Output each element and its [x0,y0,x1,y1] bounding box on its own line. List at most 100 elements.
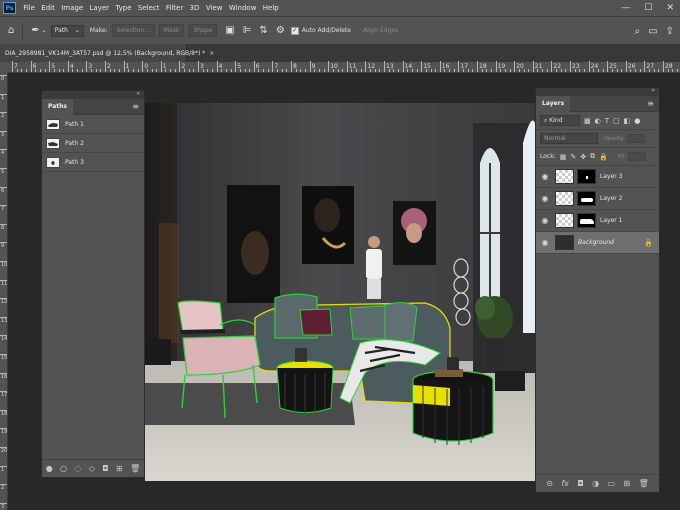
lock-image-icon[interactable]: ✎ [570,153,576,161]
adjustment-layer-icon[interactable]: ◑ [592,479,599,488]
ruler-tick [128,69,130,72]
eye-icon[interactable]: ◉ [540,238,550,247]
lock-transparent-icon[interactable]: ▦ [560,153,567,161]
ruler-tick [244,69,246,72]
tab-paths[interactable]: Paths [42,98,73,115]
collapse-icon[interactable]: » [651,87,655,94]
ruler-label: 10 [1,262,8,268]
eye-icon[interactable]: ◉ [540,194,550,203]
document-tab[interactable]: DIA_2958981_VK14M_3AT57.psd @ 12,5% (Bac… [0,44,214,62]
layer-style-icon[interactable]: fx [561,479,569,488]
ruler-tick [49,61,51,72]
add-mask-icon[interactable]: ◘ [577,479,583,488]
search-icon: ⌕ [544,116,548,124]
horizontal-ruler[interactable]: 7 6 5 4 3 2 1 0 1 2 3 4 5 6 7 8 9 10 11 12 13 14 15 16 17 18 19 20 2… [8,61,680,73]
filter-toggle-icon[interactable]: ● [634,117,640,125]
menu-layer[interactable]: Layer [86,0,112,16]
new-path-icon[interactable]: ⊞ [116,464,123,473]
ruler-label: 13 [1,317,8,324]
minimize-button[interactable]: — [621,0,630,16]
menu-filter[interactable]: Filter [163,0,187,16]
layer-row-2[interactable]: ◉ Layer 2 [536,188,659,210]
close-tab-icon[interactable]: × [209,50,214,57]
ruler-tick [323,69,325,72]
trash-icon[interactable]: 🗑 [639,479,649,488]
ruler-tick [221,69,223,72]
workspace-icon[interactable]: ▭ [648,26,657,37]
lock-all-icon[interactable]: 🔒 [599,153,608,161]
lock-position-icon[interactable]: ✥ [580,153,586,161]
path-arrangement-icon[interactable]: ⇅ [259,25,267,36]
home-icon[interactable]: ⌂ [8,25,14,36]
filter-kind-select[interactable]: ⌕ Kind [540,115,580,126]
load-selection-icon[interactable]: ◌ [74,464,81,473]
menu-view[interactable]: View [203,0,226,16]
ruler-tick [481,69,483,72]
filter-adjustment-icon[interactable]: ◐ [595,117,601,125]
close-window-button[interactable]: ✕ [666,0,674,16]
room-scene-image [145,103,535,481]
tool-mode-select[interactable]: Path ⌄ [50,24,84,37]
layer-mask-thumbnail[interactable] [577,169,596,184]
menu-type[interactable]: Type [112,0,134,16]
folder-icon[interactable]: ▭ [607,479,615,488]
make-shape-button[interactable]: Shape [188,24,218,37]
share-icon[interactable]: ⇪ [666,26,674,37]
panel-menu-icon[interactable]: ≡ [647,99,654,108]
make-selection-button[interactable]: Selection... [111,24,155,37]
menu-help[interactable]: Help [260,0,282,16]
lock-icon[interactable]: 🔒 [644,239,653,247]
maximize-button[interactable]: ☐ [644,0,652,16]
make-work-path-icon[interactable]: ◇ [89,464,95,473]
add-mask-icon[interactable]: ◘ [102,464,108,473]
auto-add-delete-checkbox[interactable]: ✓ [290,26,299,35]
path-operations-icon[interactable]: ▣ [225,25,234,36]
lock-artboard-icon[interactable]: ⧉ [590,152,595,161]
tab-layers[interactable]: Layers [536,95,571,112]
filter-shape-icon[interactable]: ▢ [613,117,620,125]
options-bar: ⌂ ✒ ⌄ Path ⌄ Make: Selection... Mask Sha… [0,16,680,44]
new-layer-icon[interactable]: ⊞ [623,479,630,488]
menu-image[interactable]: Image [58,0,86,16]
menu-edit[interactable]: Edit [38,0,58,16]
layer-row-1[interactable]: ◉ Layer 1 [536,210,659,232]
ruler-tick [676,69,678,72]
path-alignment-icon[interactable]: ⊫ [243,25,252,36]
trash-icon[interactable]: 🗑 [130,464,140,473]
fill-field[interactable] [628,152,647,161]
ruler-tick [532,61,534,72]
ruler-tick [397,69,399,72]
chevron-down-icon[interactable]: ⌄ [42,27,47,34]
make-mask-button[interactable]: Mask [158,24,185,37]
ruler-tick [509,69,511,72]
filter-pixel-icon[interactable]: ▩ [584,117,591,125]
layer-row-3[interactable]: ◉ Layer 3 [536,166,659,188]
panel-menu-icon[interactable]: ≡ [132,102,139,111]
path-item-3[interactable]: Path 3 [42,153,144,172]
blend-mode-select[interactable]: Normal [540,133,598,144]
link-layers-icon[interactable]: ⊝ [546,479,553,488]
eye-icon[interactable]: ◉ [540,172,550,181]
layer-row-background[interactable]: ◉ Background 🔒 [536,232,659,254]
path-item-1[interactable]: Path 1 [42,115,144,134]
layer-mask-thumbnail[interactable] [577,213,596,228]
menu-select[interactable]: Select [135,0,163,16]
menu-file[interactable]: File [20,0,38,16]
opacity-field[interactable] [626,134,645,143]
collapse-icon[interactable]: « [136,90,140,97]
stroke-path-icon[interactable]: ○ [60,464,67,473]
search-icon[interactable]: ⌕ [635,26,641,37]
document-image[interactable] [145,103,535,481]
filter-smart-icon[interactable]: ◧ [624,117,631,125]
menu-window[interactable]: Window [226,0,260,16]
path-item-2[interactable]: Path 2 [42,134,144,153]
menu-3d[interactable]: 3D [186,0,202,16]
pen-tool-icon[interactable]: ✒ [31,25,39,36]
gear-icon[interactable]: ⚙ [276,25,285,36]
ruler-tick [318,69,320,72]
filter-type-icon[interactable]: T [605,117,609,125]
vertical-ruler[interactable]: 0 1 2 3 4 5 6 7 8 9 10 11 12 13 14 15 16 17 18 19 20 1 2 3 [0,73,8,510]
layer-mask-thumbnail[interactable] [577,191,596,206]
eye-icon[interactable]: ◉ [540,216,550,225]
fill-path-icon[interactable]: ● [46,464,53,473]
